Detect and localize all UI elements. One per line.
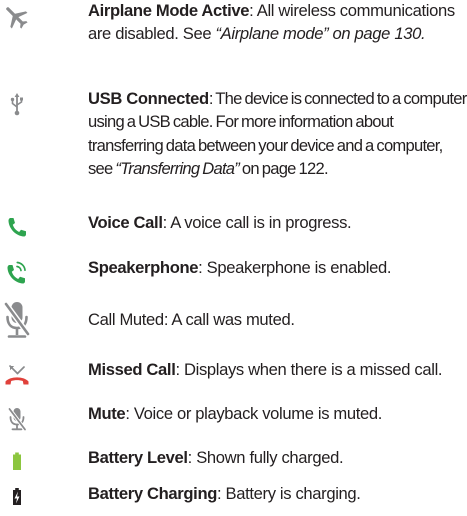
battery-full-icon — [0, 446, 34, 480]
legend-term: Mute — [88, 404, 126, 423]
legend-term: Battery Charging — [88, 484, 218, 503]
legend-text: : Shown fully charged. — [187, 448, 344, 467]
legend-term: USB Connected — [88, 89, 209, 108]
microphone-muted-icon — [0, 298, 34, 342]
legend-term: Missed Call — [88, 360, 176, 379]
phone-call-icon — [0, 211, 34, 245]
legend-term: Battery Level — [88, 448, 188, 467]
legend-text: : Battery is charging. — [217, 484, 361, 503]
legend-term: Airplane Mode Active — [88, 1, 250, 20]
page-reference: “Airplane mode” on page 130. — [215, 24, 426, 44]
battery-charging-icon — [0, 482, 34, 516]
legend-text: : Displays when there is a missed call. — [175, 360, 443, 379]
legend-term: Speakerphone — [88, 258, 199, 277]
page-reference: “Transferring Data” — [115, 159, 240, 179]
legend-text: Call Muted: A call was muted. — [88, 310, 295, 329]
icon-legend-page: Airplane Mode Active: All wireless commu… — [0, 0, 467, 513]
usb-icon — [0, 88, 34, 122]
legend-text: : A voice call is in progress. — [162, 213, 352, 232]
speakerphone-icon — [0, 256, 34, 290]
legend-text: : Speakerphone is enabled. — [198, 258, 392, 277]
legend-text: : Voice or playback volume is muted. — [125, 404, 383, 423]
legend-term: Voice Call — [88, 213, 163, 232]
legend-text-after: on page 122. — [239, 159, 329, 179]
missed-call-icon — [0, 358, 34, 392]
airplane-icon — [0, 0, 34, 34]
mute-icon — [0, 402, 34, 436]
